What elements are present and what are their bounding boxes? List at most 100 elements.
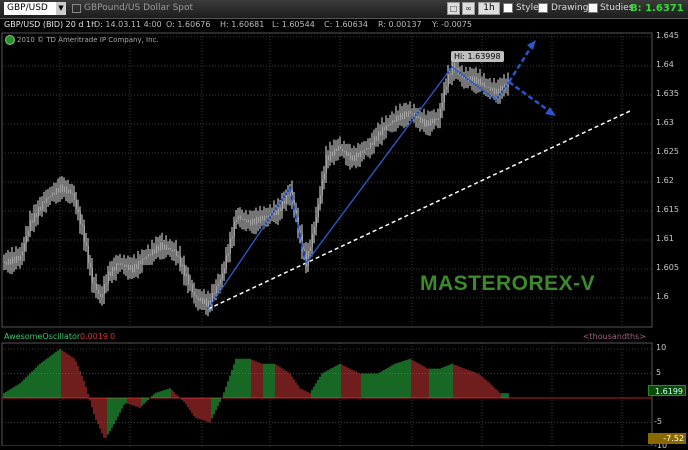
style-icon[interactable] (503, 3, 513, 13)
candle-body (281, 200, 283, 212)
candle-body (157, 245, 159, 251)
candle-body (11, 256, 13, 265)
candle-body (441, 102, 443, 109)
candle-body (445, 86, 447, 90)
candle-body (333, 148, 335, 157)
candle-body (481, 82, 483, 86)
candle-body (447, 74, 449, 87)
quote-date: D: 14.03.11 4:00 (94, 20, 162, 29)
candle-body (179, 255, 181, 267)
candle-body (213, 292, 215, 294)
quote-close: C: 1.60634 (324, 20, 368, 29)
candle-body (93, 282, 95, 284)
candle-body (199, 297, 201, 301)
candle-body (361, 151, 363, 153)
candle-body (225, 255, 227, 269)
candle-body (449, 74, 451, 76)
candle-body (359, 151, 361, 158)
candle-body (21, 251, 23, 256)
candle-body (117, 263, 119, 265)
candle-body (207, 300, 209, 307)
candle-body (409, 111, 411, 114)
candle-body (425, 120, 427, 127)
symbol-dropdown-icon[interactable]: ▼ (56, 2, 66, 15)
candle-body (25, 235, 27, 244)
quote-bar: GBP/USD (BID) 20 d 1h D: 14.03.11 4:00 O… (0, 19, 688, 31)
candle-body (239, 215, 241, 220)
candle-body (311, 233, 313, 248)
chart-canvas[interactable] (0, 0, 688, 446)
candle-body (135, 263, 137, 269)
candle-body (133, 263, 135, 273)
candle-body (63, 186, 65, 193)
aggregation-button[interactable]: 1h (478, 2, 500, 15)
candle-body (59, 184, 61, 193)
candle-body (219, 279, 221, 284)
candle-body (479, 78, 481, 86)
candle-body (233, 221, 235, 237)
price-axis-label: 1.6 (656, 292, 669, 301)
candle-body (377, 131, 379, 141)
candle-body (115, 263, 117, 271)
candle-body (189, 284, 191, 286)
candle-body (119, 263, 121, 265)
candle-body (69, 189, 71, 194)
candle-body (141, 258, 143, 265)
candle-body (49, 196, 51, 198)
candle-body (489, 87, 491, 91)
candle-body (165, 244, 167, 250)
studies-button[interactable]: Studies (600, 3, 633, 13)
candle-body (313, 227, 315, 234)
drawings-icon[interactable] (538, 3, 548, 13)
candle-body (147, 254, 149, 257)
candle-body (155, 245, 157, 254)
candle-body (495, 88, 497, 95)
candle-body (185, 274, 187, 276)
candle-body (245, 219, 247, 223)
candle-body (373, 136, 375, 146)
candle-body (253, 218, 255, 225)
arrow-head-up-icon (527, 40, 536, 50)
candle-body (209, 300, 211, 303)
candle-body (71, 193, 73, 195)
settings-icon[interactable] (5, 35, 15, 45)
candle-body (483, 82, 485, 87)
candle-body (175, 249, 177, 257)
candle-body (137, 260, 139, 269)
candle-body (385, 125, 387, 131)
candle-body (437, 118, 439, 120)
candle-body (215, 285, 217, 294)
candle-body (275, 210, 277, 215)
candle-body (125, 264, 127, 267)
candle-body (257, 216, 259, 223)
drawings-button[interactable]: Drawings (551, 3, 593, 13)
candle-body (473, 76, 475, 84)
candle-body (375, 136, 377, 141)
candle-body (459, 74, 461, 76)
quote-symbol: GBP/USD (BID) 20 d 1h (4, 20, 97, 29)
symbol-input[interactable]: GBP/USD (4, 2, 56, 15)
link-icon[interactable]: ∞ (462, 2, 475, 15)
candle-body (357, 152, 359, 158)
candle-body (247, 219, 249, 223)
candle-body (379, 131, 381, 136)
candle-body (169, 247, 171, 250)
symbol-description: GBPound/US Dollar Spot (84, 3, 194, 13)
candle-body (97, 289, 99, 294)
indicator-value: 0.0019 (80, 332, 108, 341)
candle-body (177, 255, 179, 257)
style-button[interactable]: Style (516, 3, 539, 13)
quote-low: L: 1.60544 (272, 20, 315, 29)
candle-body (7, 258, 9, 265)
candle-body (111, 266, 113, 276)
candle-body (221, 273, 223, 280)
candle-body (353, 155, 355, 161)
oscillator-axis-label: 5 (656, 367, 662, 377)
studies-icon[interactable] (588, 3, 598, 13)
candle-body (77, 208, 79, 213)
indicator-name[interactable]: AwesomeOscillator (4, 331, 80, 342)
candle-body (345, 150, 347, 157)
price-axis-label: 1.64 (656, 60, 674, 69)
candle-body (497, 88, 499, 95)
maximize-icon[interactable]: □ (447, 2, 460, 15)
